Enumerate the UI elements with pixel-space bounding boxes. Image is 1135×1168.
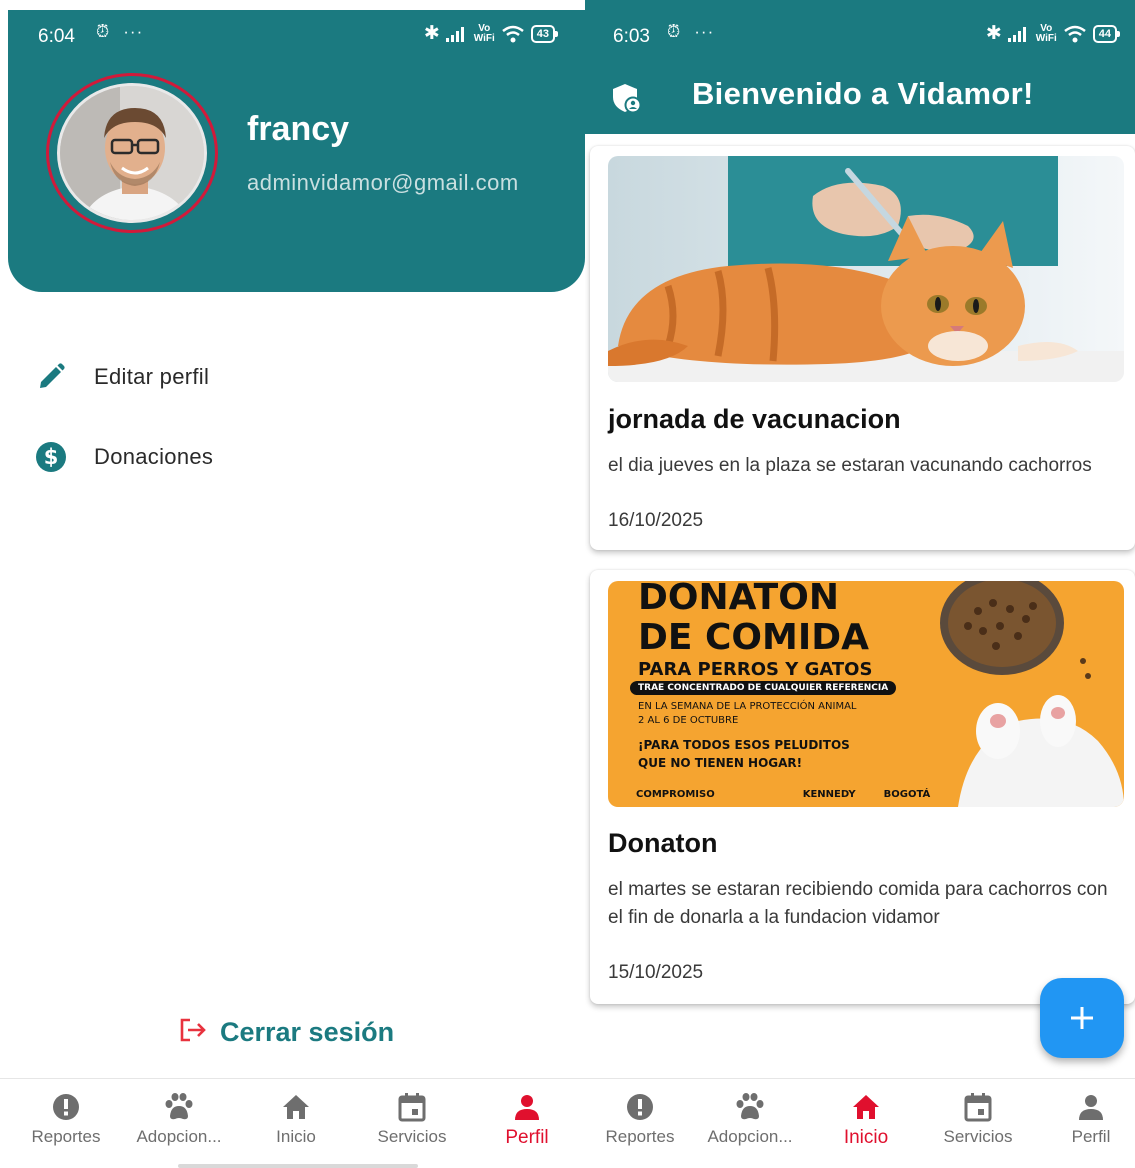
post-date: 16/10/2025 <box>608 510 704 531</box>
shield-user-icon[interactable] <box>611 82 643 114</box>
status-right-icons: ✱ Vo WiFi 44 <box>985 22 1121 45</box>
signal-icon <box>445 26 464 42</box>
more-dots-icon: ··· <box>123 22 144 41</box>
battery-icon: 43 <box>530 24 559 43</box>
nav-inicio[interactable]: Inicio <box>811 1091 921 1149</box>
post-date: 15/10/2025 <box>608 962 704 983</box>
home-indicator <box>178 1164 418 1168</box>
nav-inicio-label: Inicio <box>276 1127 316 1146</box>
profile-email: adminvidamor@gmail.com <box>247 170 519 195</box>
add-post-button[interactable] <box>1040 978 1124 1058</box>
logout-icon <box>178 1017 208 1048</box>
paw-icon <box>695 1091 805 1123</box>
nav-reportes[interactable]: Reportes <box>585 1091 695 1147</box>
nav-inicio-label: Inicio <box>843 1127 889 1148</box>
post-card[interactable]: DONATON DE COMIDA PARA PERROS Y GATOS TR… <box>590 570 1135 1004</box>
status-bar: 6:03 ⏰︎ ··· ✱ Vo WiFi 44 <box>585 0 1135 56</box>
nav-servicios-label: Servicios <box>377 1127 447 1146</box>
nav-perfil[interactable]: Perfil <box>472 1091 582 1149</box>
alert-icon <box>585 1091 695 1123</box>
vowifi-icon: Vo WiFi <box>1035 22 1057 44</box>
status-time: 6:04 <box>38 26 75 47</box>
poster-footer-2: KENNEDY <box>802 789 856 800</box>
bottom-nav: Reportes Adopcion... Inicio Servicios Pe… <box>0 1078 585 1168</box>
more-dots-icon: ··· <box>694 22 715 41</box>
dollar-icon: $ <box>34 440 68 474</box>
poster-line-5: 2 AL 6 DE OCTUBRE <box>638 715 739 726</box>
profile-name: francy <box>247 110 350 148</box>
poster-line-2: DE COMIDA <box>638 617 869 658</box>
vowifi-icon: Vo WiFi <box>473 22 495 44</box>
menu-donations[interactable]: $ Donaciones <box>34 440 213 474</box>
poster-footer-1: COMPROMISO <box>636 789 715 800</box>
nav-servicios-label: Servicios <box>943 1127 1013 1146</box>
nav-adopciones-label: Adopcion... <box>136 1127 222 1146</box>
poster-tag: TRAE CONCENTRADO DE CUALQUIER REFERENCIA <box>630 681 897 695</box>
logout-label: Cerrar sesión <box>220 1017 395 1047</box>
nav-servicios[interactable]: Servicios <box>923 1091 1033 1147</box>
post-description: el martes se estaran recibiendo comida p… <box>608 879 1108 928</box>
page-title: Bienvenido a Vidamor! <box>692 76 1034 111</box>
poster-line-3: PARA PERROS Y GATOS <box>638 659 873 680</box>
post-title: Donaton <box>608 828 718 858</box>
nav-reportes[interactable]: Reportes <box>11 1091 121 1147</box>
alarm-icon: ⏰︎ <box>96 22 110 41</box>
poster-line-7: QUE NO TIENEN HOGAR! <box>638 756 803 770</box>
nav-perfil[interactable]: Perfil <box>1036 1091 1135 1147</box>
plus-icon <box>1071 1007 1093 1029</box>
pencil-icon <box>34 360 68 394</box>
calendar-icon <box>923 1091 1033 1123</box>
status-time: 6:03 <box>613 26 650 47</box>
home-screen: Bienvenido a Vidamor! 6:03 ⏰︎ ··· ✱ Vo Wi… <box>585 0 1135 1168</box>
svg-text:$: $ <box>44 445 59 469</box>
poster-background: DONATON DE COMIDA PARA PERROS Y GATOS TR… <box>608 581 1124 807</box>
status-left-icons: ⏰︎ ··· <box>657 22 714 42</box>
post-card[interactable]: jornada de vacunacion el dia jueves en l… <box>590 146 1135 550</box>
poster-footer-3: BOGOTÁ <box>883 789 931 800</box>
donation-poster: DONATON DE COMIDA PARA PERROS Y GATOS TR… <box>608 581 1124 807</box>
profile-screen: francy adminvidamor@gmail.com 6:04 ⏰︎ ··… <box>0 0 585 1168</box>
menu-edit-profile[interactable]: Editar perfil <box>34 360 209 394</box>
bluetooth-icon: ✱ <box>423 23 440 44</box>
home-icon <box>241 1091 351 1123</box>
post-title: jornada de vacunacion <box>608 404 901 434</box>
nav-inicio[interactable]: Inicio <box>241 1091 351 1147</box>
food-bowl-and-cat-graphic <box>940 581 1124 807</box>
bottom-nav: Reportes Adopcion... Inicio Servicios Pe… <box>585 1078 1135 1168</box>
poster-line-1: DONATON <box>638 581 839 618</box>
menu-edit-profile-label: Editar perfil <box>94 364 210 389</box>
status-right-icons: ✱ Vo WiFi 43 <box>423 22 559 45</box>
nav-adopciones[interactable]: Adopcion... <box>695 1091 805 1147</box>
nav-reportes-label: Reportes <box>31 1127 101 1146</box>
alert-icon <box>11 1091 121 1123</box>
bluetooth-icon: ✱ <box>985 23 1002 44</box>
cat-vaccination-photo <box>608 156 1124 382</box>
post-description: el dia jueves en la plaza se estaran vac… <box>608 455 1092 476</box>
person-icon <box>472 1091 582 1123</box>
poster-line-6: ¡PARA TODOS ESOS PELUDITOS <box>638 738 850 752</box>
wifi-icon <box>1063 25 1086 42</box>
nav-reportes-label: Reportes <box>605 1127 675 1146</box>
nav-adopciones-label: Adopcion... <box>707 1127 793 1146</box>
poster-footer: COMPROMISO KENNEDY BOGOTÁ <box>636 789 930 800</box>
paw-icon <box>124 1091 234 1123</box>
signal-icon <box>1007 26 1026 42</box>
wifi-icon <box>501 25 524 42</box>
battery-icon: 44 <box>1092 24 1121 43</box>
status-left-icons: ⏰︎ ··· <box>86 22 143 42</box>
nav-perfil-label: Perfil <box>1071 1127 1111 1146</box>
calendar-icon <box>357 1091 467 1123</box>
poster-line-4: EN LA SEMANA DE LA PROTECCIÓN ANIMAL <box>638 701 857 712</box>
nav-adopciones[interactable]: Adopcion... <box>124 1091 234 1147</box>
status-bar: 6:04 ⏰︎ ··· ✱ Vo WiFi 43 <box>0 0 585 56</box>
avatar <box>57 83 207 223</box>
nav-perfil-label: Perfil <box>505 1127 549 1148</box>
person-icon <box>1036 1091 1135 1123</box>
nav-servicios[interactable]: Servicios <box>357 1091 467 1147</box>
home-icon <box>811 1091 921 1123</box>
alarm-icon: ⏰︎ <box>667 22 681 41</box>
menu-donations-label: Donaciones <box>94 444 214 469</box>
logout-button[interactable]: Cerrar sesión <box>178 1017 394 1048</box>
avatar-ring[interactable] <box>46 73 218 233</box>
